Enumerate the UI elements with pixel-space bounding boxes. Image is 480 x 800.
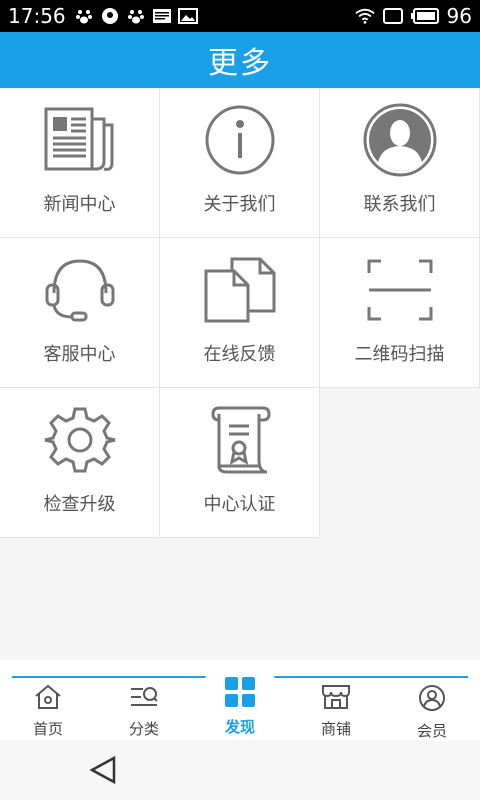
tab-shop[interactable]: 商铺 — [296, 684, 376, 738]
tab-label: 分类 — [128, 720, 159, 738]
paw-icon — [126, 6, 146, 26]
newspaper-icon — [40, 100, 120, 180]
notification-icons — [74, 6, 198, 26]
info-icon — [200, 100, 280, 180]
member-icon — [418, 684, 446, 716]
certificate-scroll-icon — [200, 400, 280, 480]
news-icon — [152, 6, 172, 26]
gear-icon — [40, 400, 120, 480]
grid-item-label: 联系我们 — [363, 194, 436, 215]
grid-item-contact-us[interactable]: 联系我们 — [320, 88, 480, 238]
tab-label: 会员 — [416, 722, 447, 740]
tab-label: 发现 — [224, 718, 255, 736]
grid-item-check-update[interactable]: 检查升级 — [0, 388, 160, 538]
grid-row: 新闻中心 关于我们 联系我们 — [0, 88, 480, 238]
location-icon — [100, 6, 120, 26]
discover-grid-icon — [224, 676, 256, 712]
grid-item-news-center[interactable]: 新闻中心 — [0, 88, 160, 238]
battery-level: 96 — [446, 4, 472, 28]
feature-grid: 新闻中心 关于我们 联系我们 客服中心 在线反馈 二维码扫描 检查升级 中心认证 — [0, 88, 480, 538]
tab-label: 首页 — [32, 720, 63, 738]
grid-item-label: 中心认证 — [203, 494, 276, 515]
grid-item-label: 检查升级 — [43, 494, 116, 515]
scan-icon — [360, 250, 440, 330]
battery-icon — [410, 6, 439, 26]
image-icon — [177, 6, 198, 26]
page-title: 更多 — [208, 46, 272, 81]
tab-home[interactable]: 首页 — [8, 684, 88, 738]
category-icon — [129, 684, 159, 714]
status-bar: 17:56 96 — [0, 0, 480, 32]
system-navigation-bar — [0, 740, 480, 800]
documents-icon — [200, 250, 280, 330]
grid-item-label: 在线反馈 — [203, 344, 276, 365]
grid-item-about-us[interactable]: 关于我们 — [160, 88, 320, 238]
wifi-icon — [354, 6, 375, 26]
tab-discover[interactable]: 发现 — [197, 660, 283, 740]
shop-icon — [321, 684, 351, 714]
grid-row: 检查升级 中心认证 — [0, 388, 480, 538]
grid-row: 客服中心 在线反馈 二维码扫描 — [0, 238, 480, 388]
tab-label: 商铺 — [320, 720, 351, 738]
screen-icon — [382, 6, 403, 26]
grid-empty-cell — [320, 388, 480, 538]
home-icon — [34, 684, 62, 714]
back-triangle-icon[interactable] — [88, 754, 120, 786]
system-indicators: 96 — [354, 4, 472, 28]
grid-item-certification[interactable]: 中心认证 — [160, 388, 320, 538]
grid-item-qr-scan[interactable]: 二维码扫描 — [320, 238, 480, 388]
contact-person-icon — [360, 100, 440, 180]
grid-item-label: 二维码扫描 — [354, 344, 445, 365]
headset-icon — [40, 250, 120, 330]
status-time: 17:56 — [8, 4, 66, 28]
grid-item-label: 客服中心 — [43, 344, 116, 365]
grid-item-online-feedback[interactable]: 在线反馈 — [160, 238, 320, 388]
grid-item-service-center[interactable]: 客服中心 — [0, 238, 160, 388]
tab-member[interactable]: 会员 — [392, 684, 472, 740]
grid-item-label: 关于我们 — [203, 194, 276, 215]
tab-category[interactable]: 分类 — [104, 684, 184, 738]
bottom-tab-bar: 首页 分类 发现 商铺 会员 — [0, 660, 480, 740]
grid-item-label: 新闻中心 — [43, 194, 116, 215]
header: 更多 — [0, 32, 480, 88]
paw-icon — [74, 6, 94, 26]
